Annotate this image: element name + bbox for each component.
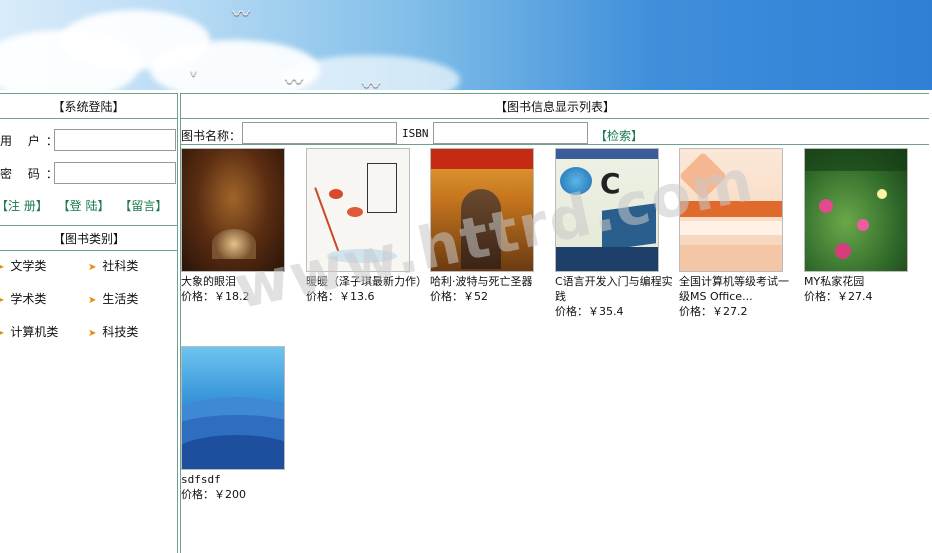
book-title[interactable]: sdfsdf — [181, 472, 301, 487]
search-bar: 图书名称： ISBN 【检索】 — [181, 121, 929, 145]
header-banner: 〰 ᵛ 〰 〰 — [0, 0, 932, 90]
category-technology[interactable]: ➤ 科技类 — [88, 323, 138, 340]
main-content: 【图书信息显示列表】 图书名称： ISBN 【检索】 大象的眼泪 价格：￥18.… — [180, 93, 932, 553]
book-item: 全国计算机等级考试一级MS Office... 价格：￥27.2 — [679, 148, 799, 319]
book-cover[interactable] — [430, 148, 534, 272]
arrow-icon: ➤ — [0, 295, 5, 306]
book-item: 哈利·波特与死亡圣器 价格：￥52 — [430, 148, 550, 304]
book-title[interactable]: C语言开发入门与编程实践 — [555, 274, 675, 304]
book-item: 暖暖（泽子琪最新力作） 价格：￥13.6 — [306, 148, 427, 304]
category-computer[interactable]: ➤ 计算机类 — [0, 323, 58, 340]
category-literature[interactable]: ➤ 文学类 — [0, 257, 46, 274]
username-input[interactable] — [54, 129, 176, 151]
book-title[interactable]: 哈利·波特与死亡圣器 — [430, 274, 550, 289]
register-link[interactable]: 【注 册】 — [0, 199, 48, 213]
arrow-icon: ➤ — [0, 262, 5, 273]
book-price: 价格：￥13.6 — [306, 290, 375, 303]
book-cover[interactable] — [306, 148, 410, 272]
search-button[interactable]: 【检索】 — [595, 127, 643, 144]
login-links: 【注 册】 【登 陆】 【留言】 — [0, 197, 178, 214]
book-title[interactable]: 大象的眼泪 — [181, 274, 301, 289]
book-price: 价格：￥52 — [430, 290, 488, 303]
arrow-icon: ➤ — [88, 328, 97, 339]
book-title[interactable]: 全国计算机等级考试一级MS Office... — [679, 274, 799, 304]
message-link[interactable]: 【留言】 — [119, 199, 167, 213]
category-panel-title: 【图书类别】 — [0, 225, 178, 251]
arrow-icon: ➤ — [0, 328, 5, 339]
username-row: 用 户： — [0, 129, 178, 151]
category-social-science[interactable]: ➤ 社科类 — [88, 257, 138, 274]
sidebar: 【系统登陆】 用 户： 密 码： 【注 册】 【登 陆】 【留言】 【图书类别】… — [0, 93, 178, 553]
isbn-label: ISBN — [402, 127, 429, 140]
book-cover[interactable] — [679, 148, 783, 272]
category-life[interactable]: ➤ 生活类 — [88, 290, 138, 307]
book-title[interactable]: MY私家花园 — [804, 274, 924, 289]
arrow-icon: ➤ — [88, 262, 97, 273]
book-cover[interactable] — [804, 148, 908, 272]
book-name-input[interactable] — [242, 122, 397, 144]
arrow-icon: ➤ — [88, 295, 97, 306]
book-cover[interactable] — [181, 346, 285, 470]
password-input[interactable] — [54, 162, 176, 184]
seagull-icon: 〰 — [362, 76, 380, 90]
login-panel-title: 【系统登陆】 — [0, 93, 177, 119]
isbn-input[interactable] — [433, 122, 588, 144]
book-name-label: 图书名称： — [181, 129, 242, 143]
book-cover[interactable] — [181, 148, 285, 272]
book-price: 价格：￥27.4 — [804, 290, 873, 303]
password-row: 密 码： — [0, 162, 178, 184]
book-list-title: 【图书信息显示列表】 — [181, 93, 929, 119]
book-price: 价格：￥200 — [181, 488, 246, 501]
book-item: sdfsdf 价格：￥200 — [181, 346, 301, 502]
book-cover[interactable]: C — [555, 148, 659, 272]
seagull-icon: ᵛ — [190, 66, 198, 87]
book-price: 价格：￥18.2 — [181, 290, 250, 303]
book-title[interactable]: 暖暖（泽子琪最新力作） — [306, 274, 427, 289]
book-item: C C语言开发入门与编程实践 价格：￥35.4 — [555, 148, 675, 319]
book-item: MY私家花园 价格：￥27.4 — [804, 148, 924, 304]
login-link[interactable]: 【登 陆】 — [58, 199, 110, 213]
seagull-icon: 〰 — [285, 72, 303, 90]
book-item: 大象的眼泪 价格：￥18.2 — [181, 148, 301, 304]
book-price: 价格：￥27.2 — [679, 305, 748, 318]
category-academic[interactable]: ➤ 学术类 — [0, 290, 46, 307]
seagull-icon: 〰 — [232, 4, 250, 25]
book-price: 价格：￥35.4 — [555, 305, 624, 318]
